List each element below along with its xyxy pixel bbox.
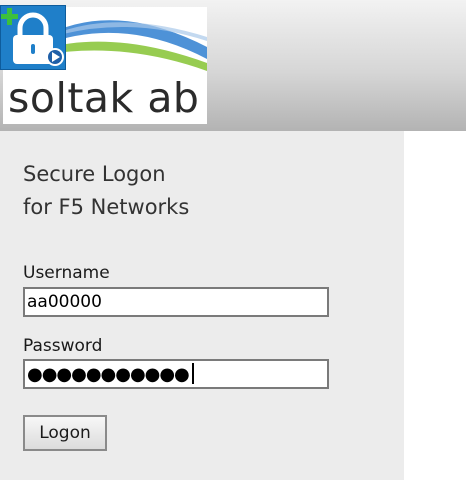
play-icon xyxy=(46,48,64,66)
text-caret xyxy=(191,363,194,384)
password-field[interactable]: ●●●●●●●●●●● xyxy=(23,359,329,389)
lock-icon xyxy=(17,12,49,36)
username-label: Username xyxy=(23,263,110,283)
plus-icon xyxy=(1,8,18,25)
username-value: aa00000 xyxy=(27,292,102,312)
login-title: Secure Logon for F5 Networks xyxy=(23,158,189,224)
password-dots: ●●●●●●●●●●● xyxy=(27,364,190,385)
login-title-line1: Secure Logon xyxy=(23,162,166,186)
page-header: soltak ab xyxy=(0,0,466,131)
login-panel: Secure Logon for F5 Networks Username aa… xyxy=(0,131,404,480)
logo-text: soltak ab xyxy=(8,74,200,122)
logon-button[interactable]: Logon xyxy=(23,415,107,451)
vpn-lock-badge xyxy=(0,5,66,70)
username-field[interactable]: aa00000 xyxy=(23,287,329,317)
password-label: Password xyxy=(23,336,103,356)
login-title-line2: for F5 Networks xyxy=(23,195,190,219)
